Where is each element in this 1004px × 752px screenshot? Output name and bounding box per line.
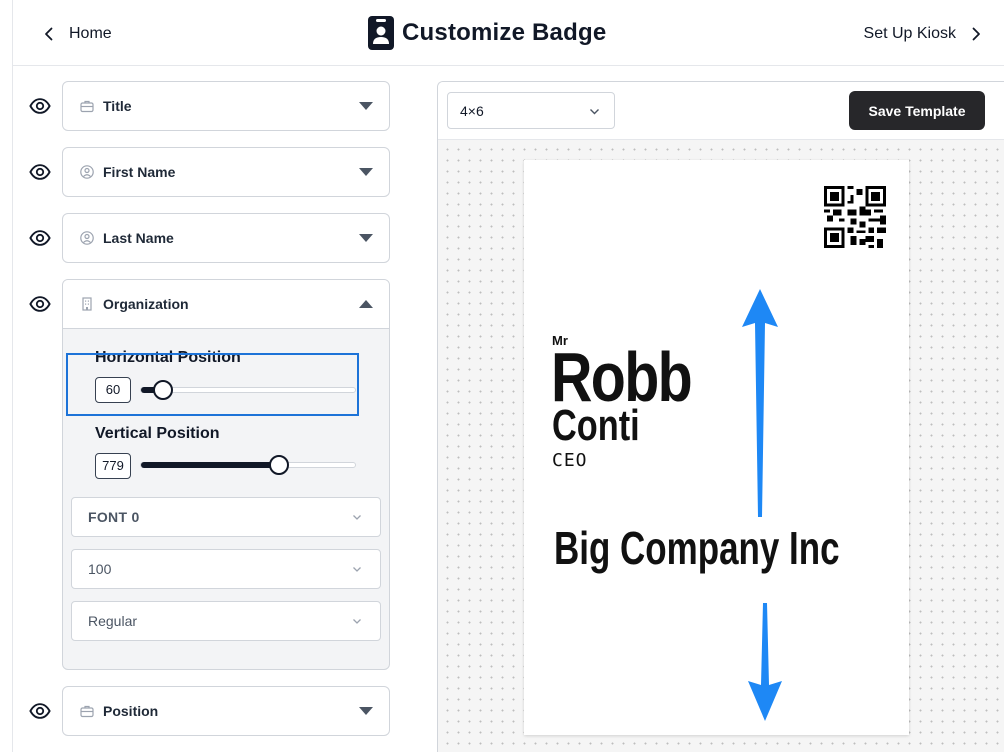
arrow-down-icon (748, 603, 782, 721)
vertical-position-value[interactable]: 779 (95, 453, 131, 479)
badge-preview: Mr Robb Conti CEO Big Company Inc (524, 160, 909, 735)
badge-canvas: Mr Robb Conti CEO Big Company Inc (438, 140, 1004, 752)
caret-down-icon (359, 102, 373, 110)
badge-size-select[interactable]: 4×6 (447, 92, 615, 129)
setup-kiosk-button[interactable]: Set Up Kiosk (864, 20, 984, 48)
chevron-down-icon (353, 515, 361, 520)
home-back-button[interactable]: Home (41, 20, 112, 48)
field-label: Organization (103, 296, 189, 312)
slider-fill (141, 462, 279, 468)
page-title: Customize Badge (402, 19, 607, 46)
chevron-down-icon (353, 619, 361, 624)
chevron-left-icon (45, 27, 53, 41)
font-size-select[interactable]: 100 (71, 549, 381, 589)
caret-up-icon (359, 300, 373, 308)
preview-toolbar: 4×6 Save Template (438, 82, 1004, 140)
eye-icon[interactable] (29, 95, 51, 117)
briefcase-icon (80, 100, 94, 113)
font-family-select[interactable]: FONT 0 (71, 497, 381, 537)
vertical-position-highlight (66, 353, 359, 416)
field-organization[interactable]: Organization (63, 280, 389, 329)
chevron-down-icon (590, 109, 599, 115)
caret-down-icon (359, 168, 373, 176)
slider-thumb[interactable] (269, 455, 289, 475)
badge-organization-text: Big Company Inc (554, 522, 840, 574)
qr-code-icon (824, 186, 886, 248)
badge-icon (368, 16, 394, 50)
user-circle-icon (80, 165, 94, 179)
briefcase-icon (80, 705, 94, 718)
badge-position-text: CEO (552, 450, 588, 471)
eye-icon[interactable] (29, 293, 51, 315)
field-label: Title (103, 98, 132, 114)
page-title-group: Customize Badge (368, 16, 606, 50)
field-last-name[interactable]: Last Name (62, 213, 390, 263)
organization-settings-card: Organization Horizontal Position 60 Vert… (62, 279, 390, 670)
badge-last-name-text: Conti (552, 401, 640, 450)
home-label: Home (69, 25, 112, 42)
arrow-up-icon (742, 289, 778, 517)
font-size-value: 100 (88, 561, 112, 577)
badge-size-value: 4×6 (460, 102, 484, 119)
building-icon (82, 297, 92, 311)
field-label: Last Name (103, 230, 174, 246)
top-header: Home Customize Badge Set Up Kiosk (12, 0, 1004, 66)
font-weight-value: Regular (88, 613, 138, 629)
caret-down-icon (359, 234, 373, 242)
chevron-right-icon (972, 27, 980, 41)
caret-down-icon (359, 707, 373, 715)
font-family-value: FONT 0 (88, 509, 140, 525)
setup-kiosk-label: Set Up Kiosk (863, 25, 956, 42)
chevron-down-icon (353, 567, 361, 572)
field-label: Position (103, 703, 159, 719)
field-label: First Name (103, 164, 176, 180)
save-template-button[interactable]: Save Template (849, 91, 985, 130)
eye-icon[interactable] (29, 700, 51, 722)
field-position[interactable]: Position (62, 686, 390, 736)
eye-icon[interactable] (29, 161, 51, 183)
field-title[interactable]: Title (62, 81, 390, 131)
font-weight-select[interactable]: Regular (71, 601, 381, 641)
field-first-name[interactable]: First Name (62, 147, 390, 197)
eye-icon[interactable] (29, 227, 51, 249)
vertical-position-label: Vertical Position (95, 425, 220, 442)
vertical-position-slider[interactable] (140, 455, 356, 475)
user-circle-icon (80, 231, 94, 245)
badge-preview-panel: 4×6 Save Template Mr Robb Conti CEO Big … (437, 81, 1004, 752)
